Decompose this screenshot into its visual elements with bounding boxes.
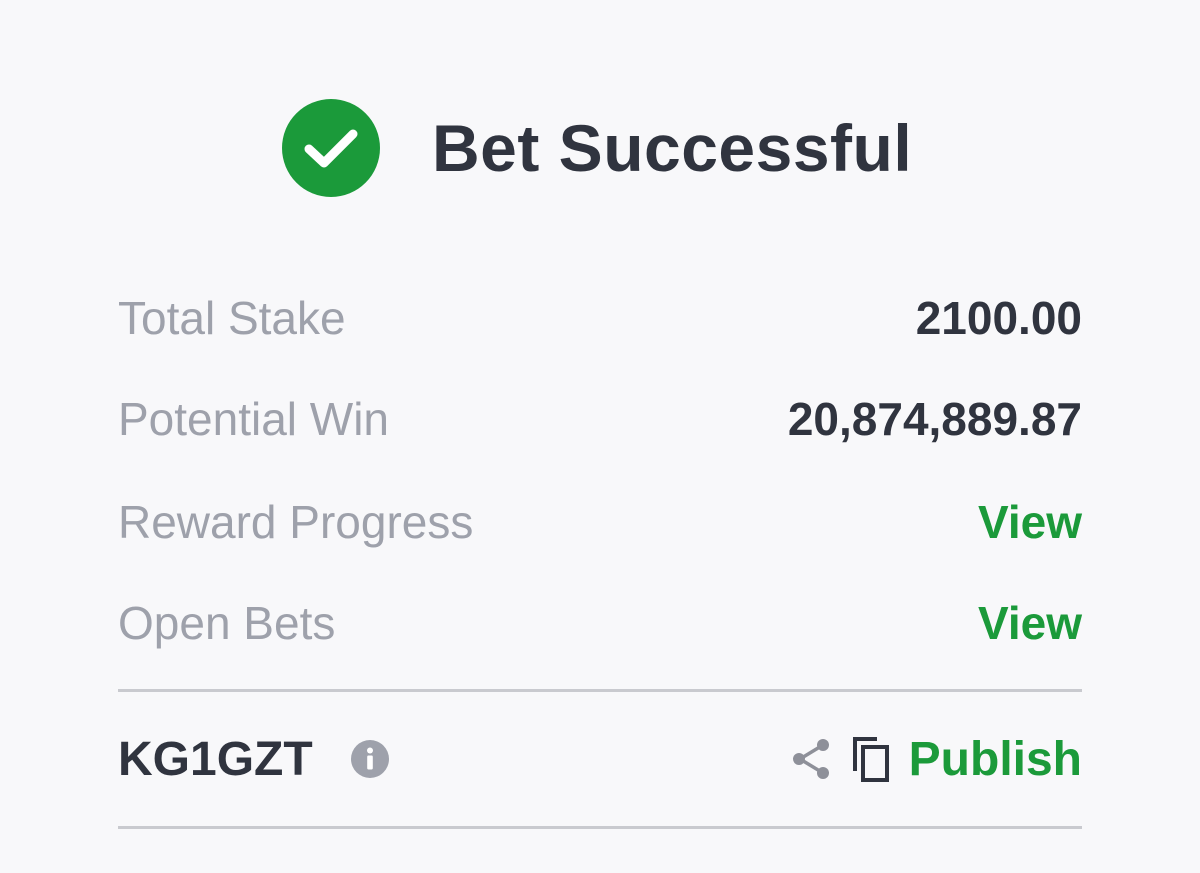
booking-actions: Publish: [791, 732, 1082, 787]
bet-confirmation-panel: Bet Successful Total Stake 2100.00 Poten…: [0, 0, 1200, 873]
divider: [118, 689, 1082, 692]
publish-button[interactable]: Publish: [909, 732, 1082, 787]
reward-progress-view-link[interactable]: View: [978, 495, 1082, 549]
potential-win-value: 20,874,889.87: [787, 393, 1082, 445]
reward-progress-label: Reward Progress: [118, 496, 474, 548]
potential-win-row: Potential Win 20,874,889.87: [118, 384, 1082, 454]
booking-code-group: KG1GZT: [118, 732, 389, 787]
copy-icon[interactable]: [851, 735, 891, 783]
divider-bottom: [118, 826, 1082, 829]
open-bets-label: Open Bets: [118, 597, 336, 649]
total-stake-row: Total Stake 2100.00: [118, 283, 1082, 353]
booking-code: KG1GZT: [118, 732, 313, 786]
total-stake-value: 2100.00: [915, 292, 1082, 344]
potential-win-label: Potential Win: [118, 393, 390, 445]
booking-code-row: KG1GZT Publish: [118, 724, 1082, 794]
open-bets-row: Open Bets View: [118, 588, 1082, 658]
total-stake-label: Total Stake: [118, 292, 346, 344]
reward-progress-row: Reward Progress View: [118, 487, 1082, 557]
confirmation-header: Bet Successful: [282, 98, 912, 198]
check-circle-icon: [282, 99, 380, 197]
open-bets-view-link[interactable]: View: [978, 596, 1082, 650]
share-icon[interactable]: [791, 737, 831, 781]
info-icon[interactable]: [350, 740, 389, 778]
page-title: Bet Successful: [432, 111, 913, 185]
